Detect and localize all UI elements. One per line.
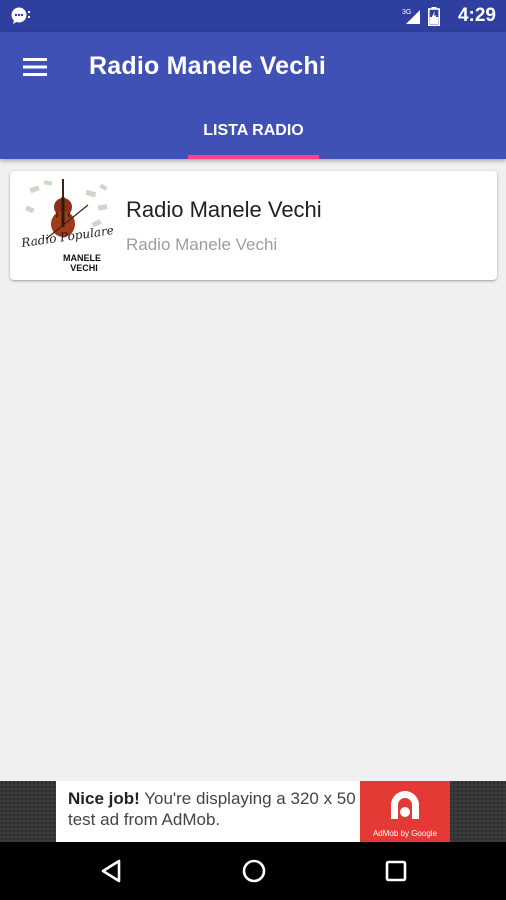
back-icon[interactable] bbox=[97, 856, 127, 886]
station-card[interactable]: Radio Populare MANELE VECHI Radio Manele… bbox=[10, 171, 497, 280]
admob-caption: AdMob by Google bbox=[372, 829, 438, 838]
station-logo: Radio Populare MANELE VECHI bbox=[19, 179, 114, 273]
admob-logo: AdMob by Google bbox=[360, 781, 450, 842]
home-icon[interactable] bbox=[239, 856, 269, 886]
status-bar: 3G 4:29 bbox=[0, 0, 506, 32]
ad-text: Nice job! You're displaying a 320 x 50 t… bbox=[68, 788, 360, 830]
station-title: Radio Manele Vechi bbox=[126, 197, 322, 222]
svg-text:VECHI: VECHI bbox=[70, 263, 98, 273]
svg-text:3G: 3G bbox=[402, 9, 411, 16]
clock: 4:29 bbox=[457, 5, 496, 26]
svg-text:MANELE: MANELE bbox=[63, 253, 101, 263]
recents-icon[interactable] bbox=[381, 856, 411, 886]
tab-label: LISTA RADIO bbox=[203, 122, 304, 139]
signal-3g-icon: 3G bbox=[402, 9, 420, 24]
tab-lista-radio[interactable]: LISTA RADIO bbox=[188, 102, 319, 159]
ad-headline: Nice job! bbox=[68, 789, 140, 808]
station-subtitle: Radio Manele Vechi bbox=[126, 235, 278, 254]
ad-banner: Nice job! You're displaying a 320 x 50 t… bbox=[0, 781, 506, 842]
app-bar: Radio Manele Vechi LISTA RADIO bbox=[0, 32, 506, 159]
ad-content[interactable]: Nice job! You're displaying a 320 x 50 t… bbox=[56, 781, 450, 842]
chat-notification-icon bbox=[11, 7, 30, 24]
battery-charging-icon bbox=[428, 7, 440, 26]
hamburger-menu-icon[interactable] bbox=[16, 48, 54, 86]
navigation-bar bbox=[0, 842, 506, 900]
admob-icon bbox=[391, 791, 419, 819]
page-title: Radio Manele Vechi bbox=[89, 52, 327, 80]
tab-indicator bbox=[188, 155, 319, 159]
